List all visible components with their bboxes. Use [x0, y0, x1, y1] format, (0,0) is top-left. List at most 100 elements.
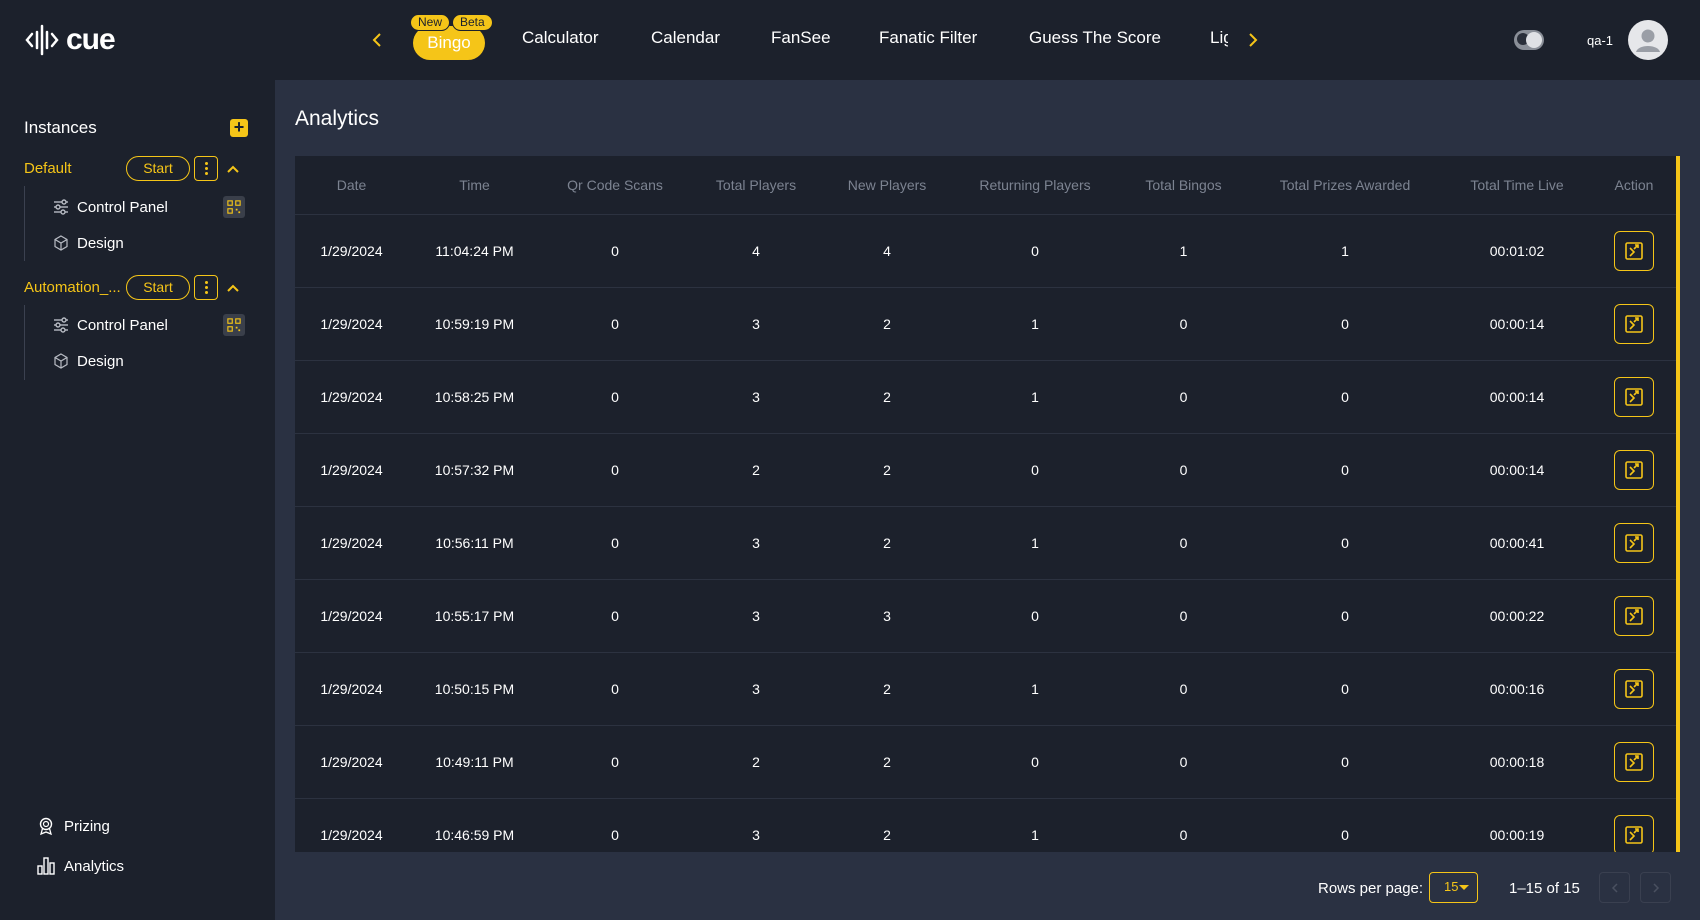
scrollbar[interactable]	[1676, 156, 1680, 852]
export-icon	[1625, 460, 1643, 479]
design-link[interactable]: Design	[53, 232, 124, 254]
qr-code-scans-cell: 0	[541, 506, 689, 580]
nav-prev-arrow[interactable]	[364, 26, 390, 54]
total-prizes-awarded-cell: 0	[1248, 725, 1442, 799]
export-button[interactable]	[1614, 230, 1654, 271]
total-time-live-cell: 00:00:18	[1442, 725, 1592, 799]
column-header-total-time-live[interactable]: Total Time Live	[1442, 156, 1592, 215]
qr-code-button[interactable]	[223, 196, 245, 218]
column-header-new-players[interactable]: New Players	[823, 156, 951, 215]
time-cell: 10:50:15 PM	[408, 652, 541, 726]
export-button[interactable]	[1614, 668, 1654, 709]
action-cell	[1592, 287, 1676, 361]
column-header-total-prizes-awarded[interactable]: Total Prizes Awarded	[1248, 156, 1442, 215]
export-button[interactable]	[1614, 595, 1654, 636]
table-row: 1/29/2024 10:57:32 PM 0 2 2 0 0 0 00:00:14	[295, 433, 1676, 507]
rows-per-page-value: 15	[1444, 879, 1459, 894]
export-button[interactable]	[1614, 814, 1654, 852]
export-button[interactable]	[1614, 449, 1654, 490]
instance-automation-menu: Control Panel Design	[24, 305, 254, 380]
toggle-knob	[1526, 32, 1542, 48]
tab-calculator[interactable]: Calculator	[522, 28, 599, 48]
design-link[interactable]: Design	[53, 350, 124, 372]
column-header-date[interactable]: Date	[295, 156, 408, 215]
export-button[interactable]	[1614, 522, 1654, 563]
prizing-link[interactable]: Prizing	[36, 815, 110, 837]
more-options-icon[interactable]	[194, 275, 218, 300]
action-cell	[1592, 214, 1676, 288]
chevron-up-icon[interactable]	[224, 279, 242, 297]
instance-automation: Automation_... Start	[24, 275, 254, 301]
time-cell: 10:57:32 PM	[408, 433, 541, 507]
table-row: 1/29/2024 11:04:24 PM 0 4 4 0 1 1 00:01:02	[295, 214, 1676, 288]
column-header-returning-players[interactable]: Returning Players	[951, 156, 1119, 215]
export-icon	[1625, 825, 1643, 844]
qr-code-icon	[227, 318, 241, 332]
tab-lig[interactable]: Lig	[1210, 28, 1228, 48]
action-cell	[1592, 579, 1676, 653]
instance-name[interactable]: Automation_...	[24, 279, 121, 296]
instance-default: Default Start	[24, 156, 254, 182]
total-time-live-cell: 00:01:02	[1442, 214, 1592, 288]
table-header-row: Date Time Qr Code Scans Total Players Ne…	[295, 156, 1676, 215]
column-header-total-players[interactable]: Total Players	[689, 156, 823, 215]
qr-code-scans-cell: 0	[541, 579, 689, 653]
date-cell: 1/29/2024	[295, 725, 408, 799]
export-button[interactable]	[1614, 376, 1654, 417]
returning-players-cell: 0	[951, 725, 1119, 799]
total-bingos-cell: 0	[1119, 579, 1248, 653]
tab-bingo[interactable]: Bingo	[413, 26, 485, 60]
tab-calendar[interactable]: Calendar	[651, 28, 720, 48]
column-header-total-bingos[interactable]: Total Bingos	[1119, 156, 1248, 215]
action-cell	[1592, 360, 1676, 434]
export-button[interactable]	[1614, 303, 1654, 344]
column-header-time[interactable]: Time	[408, 156, 541, 215]
previous-page-button[interactable]	[1599, 872, 1630, 903]
logo[interactable]: cue	[24, 22, 116, 58]
returning-players-cell: 1	[951, 798, 1119, 852]
total-bingos-cell: 1	[1119, 214, 1248, 288]
instances-title: Instances	[24, 118, 97, 137]
total-time-live-cell: 00:00:16	[1442, 652, 1592, 726]
tab-fansee[interactable]: FanSee	[771, 28, 831, 48]
table-pagination: Rows per page: 15 1–15 of 15	[275, 870, 1700, 920]
control-panel-link[interactable]: Control Panel	[53, 196, 168, 218]
more-options-icon[interactable]	[194, 156, 218, 181]
add-instance-button[interactable]: +	[230, 118, 248, 137]
chevron-up-icon[interactable]	[224, 160, 242, 178]
total-players-cell: 3	[689, 287, 823, 361]
analytics-table: Date Time Qr Code Scans Total Players Ne…	[295, 156, 1676, 852]
top-bar: cue Bingo New Beta Calculator Calendar F…	[0, 0, 1700, 80]
date-cell: 1/29/2024	[295, 506, 408, 580]
returning-players-cell: 1	[951, 287, 1119, 361]
start-button[interactable]: Start	[126, 275, 190, 300]
table-row: 1/29/2024 10:49:11 PM 0 2 2 0 0 0 00:00:18	[295, 725, 1676, 799]
column-header-qr-code-scans[interactable]: Qr Code Scans	[541, 156, 689, 215]
next-page-button[interactable]	[1640, 872, 1671, 903]
beta-badge: Beta	[452, 14, 493, 31]
analytics-link[interactable]: Analytics	[36, 855, 124, 877]
total-bingos-cell: 0	[1119, 433, 1248, 507]
nav-next-arrow[interactable]	[1240, 26, 1266, 54]
total-bingos-cell: 0	[1119, 506, 1248, 580]
start-button[interactable]: Start	[126, 156, 190, 181]
theme-toggle[interactable]	[1514, 30, 1544, 50]
tab-guess-the-score[interactable]: Guess The Score	[1029, 28, 1161, 48]
instance-default-menu: Control Panel Design	[24, 186, 254, 261]
tab-fanatic-filter[interactable]: Fanatic Filter	[879, 28, 977, 48]
qr-code-button[interactable]	[223, 314, 245, 336]
control-panel-link[interactable]: Control Panel	[53, 314, 168, 336]
export-button[interactable]	[1614, 741, 1654, 782]
date-cell: 1/29/2024	[295, 652, 408, 726]
time-cell: 11:04:24 PM	[408, 214, 541, 288]
rows-per-page-select[interactable]: 15	[1429, 872, 1478, 903]
caret-down-icon	[1459, 885, 1469, 890]
logo-text: cue	[66, 23, 116, 56]
avatar[interactable]	[1628, 20, 1668, 60]
total-bingos-cell: 0	[1119, 287, 1248, 361]
time-cell: 10:56:11 PM	[408, 506, 541, 580]
analytics-label: Analytics	[64, 857, 125, 875]
total-bingos-cell: 0	[1119, 798, 1248, 852]
instance-name[interactable]: Default	[24, 160, 72, 177]
date-cell: 1/29/2024	[295, 433, 408, 507]
